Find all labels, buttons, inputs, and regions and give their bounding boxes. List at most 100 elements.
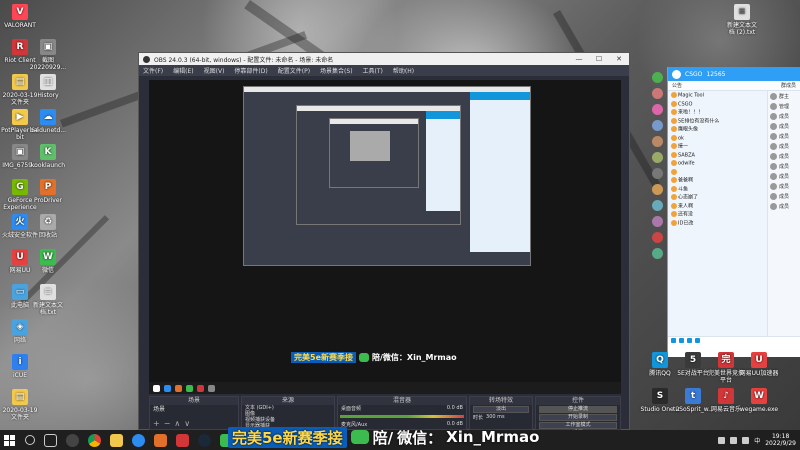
member-item[interactable]: 成员 <box>768 171 800 181</box>
member-item[interactable]: 成员 <box>768 181 800 191</box>
user-badge-icon <box>671 202 677 209</box>
network-icon[interactable] <box>730 436 738 444</box>
desktop-icon[interactable]: ♻ 回收站 <box>28 214 68 239</box>
qq-message-list[interactable]: Magic Tool CSGO 来啦！！！ 5E排位有没有什么 鹰眼头像 ok 接一 SABZ… <box>668 91 768 336</box>
member-item[interactable]: 成员 <box>768 111 800 121</box>
search-icon[interactable] <box>25 435 35 445</box>
chat-message-text: ID已改 <box>678 220 694 226</box>
desktop-icon[interactable]: ≡ 新建文本文 档.txt <box>28 284 68 316</box>
qq-group-chat-window[interactable]: CSGO 12565 公告 群成员 Magic Tool CSGO 来啦！！！ 5E排… <box>667 67 800 357</box>
app-icon[interactable] <box>154 433 167 447</box>
menu-item[interactable]: 工具(T) <box>363 66 383 75</box>
obs-preview-canvas[interactable]: 完美5e新赛季接 陪/ 微信： Xin_Mrmao <box>149 80 621 394</box>
chat-message[interactable]: 心态崩了 <box>668 193 768 202</box>
chat-message[interactable]: 接一 <box>668 142 768 151</box>
desktop-icon-label: 截图 20220929... <box>29 57 67 71</box>
maximize-icon[interactable]: ☐ <box>589 53 609 65</box>
desktop-icon-text-file[interactable]: ≡ 新建文本文 档 (2).txt <box>722 4 762 36</box>
tab-members[interactable]: 群成员 <box>781 82 796 89</box>
menu-item[interactable]: 配置文件(P) <box>278 66 310 75</box>
member-item[interactable]: 成员 <box>768 141 800 151</box>
control-button[interactable]: 停止推流 <box>539 406 617 413</box>
desktop-icon[interactable]: U 网易UU加速器 <box>739 352 779 377</box>
sources-dock[interactable]: 来源 文本 (GDI+)图像视频捕获设备显示器捕获窗口捕获音频输入采集 <box>241 396 335 441</box>
chat-message[interactable]: 来啦！！！ <box>668 108 768 117</box>
app-icon: W <box>751 388 767 404</box>
chat-message[interactable]: odwife <box>668 159 768 168</box>
taskbar-clock[interactable]: 19:18 2022/9/29 <box>765 433 796 447</box>
desktop-icon[interactable]: ☁ baidunetd... <box>28 109 68 134</box>
chat-message[interactable]: ok <box>668 134 768 143</box>
volume-meter[interactable] <box>340 415 464 418</box>
edge-icon[interactable] <box>132 433 145 447</box>
control-button[interactable]: 工作室模式 <box>539 422 617 429</box>
member-item[interactable]: 成员 <box>768 151 800 161</box>
menu-item[interactable]: 视图(V) <box>204 66 225 75</box>
menu-item[interactable]: 编辑(E) <box>173 66 193 75</box>
member-name: 成员 <box>779 123 790 130</box>
member-item[interactable]: 成员 <box>768 201 800 211</box>
steam-icon[interactable] <box>198 433 211 447</box>
minimize-icon[interactable]: — <box>569 53 589 65</box>
scenes-dock[interactable]: 场景 场景 +−∧∨ <box>149 396 239 430</box>
scene-item[interactable]: 场景 <box>150 405 238 414</box>
input-language[interactable]: 中 <box>754 436 760 445</box>
volume-icon[interactable] <box>742 436 750 444</box>
close-icon[interactable]: ✕ <box>609 53 629 65</box>
chat-message[interactable]: 5E排位有没有什么 <box>668 117 768 126</box>
member-item[interactable]: 成员 <box>768 191 800 201</box>
duration-input[interactable]: 300 ms <box>486 414 505 421</box>
tab-announcement[interactable]: 公告 <box>672 82 682 89</box>
desktop-icon[interactable]: i iCUE <box>0 354 40 379</box>
scene-toolbar[interactable]: +−∧∨ <box>153 419 194 428</box>
chat-message[interactable]: ID已改 <box>668 219 768 228</box>
desktop-icon[interactable]: Wwegame.exe <box>739 388 779 413</box>
chat-message[interactable]: 鹰眼头像 <box>668 125 768 134</box>
task-view-icon[interactable] <box>44 433 57 447</box>
chat-message[interactable]: CSGO <box>668 100 768 109</box>
menu-item[interactable]: 场景集合(S) <box>320 66 353 75</box>
qq-toolbar[interactable] <box>668 337 800 344</box>
desktop-icon[interactable]: Kkooklaunch <box>28 144 68 169</box>
menu-item[interactable]: 帮助(H) <box>393 66 414 75</box>
desktop-icon[interactable]: ◈ 网络 <box>0 319 40 344</box>
chat-message[interactable]: 爸爸啊 <box>668 176 768 185</box>
obs-titlebar[interactable]: OBS 24.0.3 (64-bit, windows) - 配置文件: 未命名… <box>139 53 629 65</box>
file-explorer-icon[interactable] <box>110 433 123 447</box>
chat-message[interactable]: 来人啊 <box>668 202 768 211</box>
obs-window[interactable]: OBS 24.0.3 (64-bit, windows) - 配置文件: 未命名… <box>138 52 630 445</box>
chat-message[interactable] <box>668 168 768 177</box>
member-item[interactable]: 成员 <box>768 161 800 171</box>
control-button[interactable]: 开始录制 <box>539 414 617 421</box>
obs-taskbar-icon[interactable] <box>66 433 79 447</box>
menu-item[interactable]: 停靠部件(D) <box>234 66 267 75</box>
app-icon: ▶ <box>12 109 28 125</box>
member-item[interactable]: 成员 <box>768 121 800 131</box>
chat-message[interactable]: 还有没 <box>668 210 768 219</box>
desktop-icon[interactable]: ▤ 2020-03-19 文件夹 <box>0 389 40 421</box>
menu-item[interactable]: 文件(F) <box>143 66 163 75</box>
mixer-dock[interactable]: 混音器 桌面音频 0.0 dB 麦克风/Aux 0.0 dB <box>337 396 467 434</box>
chat-message[interactable]: Magic Tool <box>668 91 768 100</box>
desktop-icon[interactable]: ▥ History <box>28 74 68 99</box>
member-item[interactable]: 管理 <box>768 101 800 111</box>
desktop-icon[interactable]: ▣ 截图 20220929... <box>28 39 68 71</box>
qq-header[interactable]: CSGO 12565 <box>668 67 800 81</box>
chevron-up-icon[interactable] <box>718 436 726 444</box>
chat-message[interactable]: SABZA <box>668 151 768 160</box>
desktop-icon[interactable]: W 微信 <box>28 249 68 274</box>
chat-message[interactable]: 斗鱼 <box>668 185 768 194</box>
qq-member-list[interactable]: 群主 管理 成员 成员 成员 成员 成员 成员 成员 成员 成员 成员 <box>767 91 800 336</box>
member-avatar <box>770 102 777 110</box>
chrome-icon[interactable] <box>88 433 101 447</box>
mixer-track-desktop[interactable]: 桌面音频 0.0 dB <box>338 405 466 412</box>
transition-select[interactable]: 淡出 <box>473 406 529 413</box>
member-item[interactable]: 成员 <box>768 131 800 141</box>
desktop-icon[interactable]: P ProDriver <box>28 179 68 204</box>
windows-start-icon[interactable] <box>4 434 15 446</box>
controls-dock[interactable]: 控件 停止推流开始录制工作室模式设置退出 <box>535 396 621 445</box>
member-item[interactable]: 群主 <box>768 91 800 101</box>
transitions-dock[interactable]: 转场特效 淡出 时长 300 ms <box>469 396 533 430</box>
app-icon[interactable] <box>176 433 189 447</box>
desktop-icon[interactable]: V VALORANT <box>0 4 40 29</box>
